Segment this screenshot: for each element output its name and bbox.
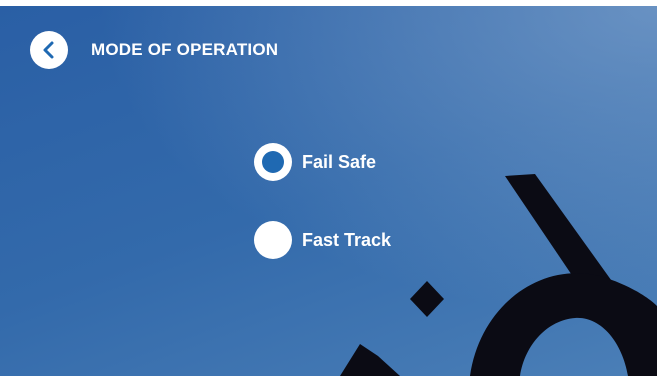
option-fast-track[interactable]: Fast Track [254, 220, 391, 260]
option-label: Fail Safe [302, 151, 377, 172]
back-button[interactable] [30, 31, 68, 69]
radio-selected-dot [262, 151, 284, 173]
option-label: Fast Track [302, 229, 392, 250]
header: MODE OF OPERATION [30, 30, 278, 70]
option-fail-safe[interactable]: Fail Safe [254, 142, 391, 182]
mode-options: Fail Safe Fast Track [254, 142, 391, 298]
page-title: MODE OF OPERATION [91, 40, 279, 59]
chevron-left-icon [43, 41, 54, 59]
radio-fast-track[interactable] [254, 221, 292, 259]
radio-fail-safe[interactable] [254, 143, 292, 181]
screen: MODE OF OPERATION Fail Safe Fast Track [0, 6, 657, 376]
